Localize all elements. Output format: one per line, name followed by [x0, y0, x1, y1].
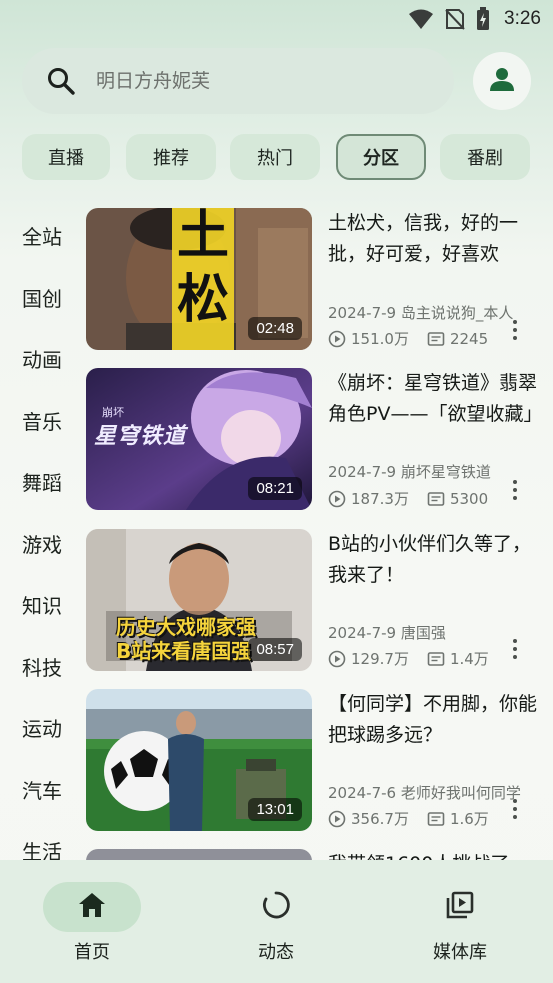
- search-bar[interactable]: [22, 48, 454, 114]
- wifi-icon: [408, 8, 434, 30]
- tab-hot[interactable]: 热门: [230, 134, 320, 180]
- tab-label: 推荐: [153, 148, 189, 169]
- danmaku-count: 1.4万: [449, 650, 489, 668]
- tab-label: 分区: [363, 148, 399, 169]
- zone-item-all[interactable]: 全站: [22, 221, 62, 250]
- video-author[interactable]: 崩坏星穹铁道: [401, 463, 491, 481]
- tab-anime[interactable]: 番剧: [440, 134, 530, 180]
- video-card[interactable]: 崩坏 星穹铁道 08:21 《崩坏：星穹铁道》翡翠角色PV——「欲望收藏」 20…: [86, 368, 546, 510]
- view-count: 129.7万: [351, 650, 409, 668]
- video-meta: 2024-7-9 唐国强: [328, 622, 446, 643]
- video-thumbnail[interactable]: 崩坏 星穹铁道 08:21: [86, 368, 312, 510]
- battery-charging-icon: [476, 7, 490, 31]
- zone-item-guochuang[interactable]: 国创: [22, 283, 62, 312]
- video-date: 2024-7-6: [328, 784, 397, 802]
- media-library-icon: [445, 890, 475, 924]
- play-count-icon: [328, 810, 346, 828]
- status-time: 3:26: [504, 8, 541, 29]
- video-card[interactable]: 13:01 【何同学】不用脚，你能把球踢多远？ 2024-7-6 老师好我叫何同…: [86, 689, 546, 831]
- nav-label: 首页: [74, 942, 110, 963]
- search-input[interactable]: [96, 70, 396, 92]
- nav-home[interactable]: 首页: [32, 882, 152, 964]
- refresh-circle-icon: [261, 890, 291, 924]
- video-date: 2024-7-9: [328, 463, 397, 481]
- video-title[interactable]: 【何同学】不用脚，你能把球踢多远？: [328, 689, 540, 751]
- thumbnail-caption-line2: B站来看唐国强: [116, 639, 252, 663]
- no-signal-icon: [444, 8, 466, 30]
- tab-label: 直播: [48, 148, 84, 169]
- video-card[interactable]: 历史大戏哪家强 B站来看唐国强 08:57 B站的小伙伴们久等了，我来了！ 20…: [86, 529, 546, 671]
- danmaku-icon: [427, 650, 445, 668]
- tab-recommend[interactable]: 推荐: [126, 134, 216, 180]
- tab-zones[interactable]: 分区: [336, 134, 426, 180]
- bottom-nav: 首页 动态 媒体库: [0, 860, 553, 983]
- more-options-icon[interactable]: [506, 318, 524, 342]
- video-stats: 356.7万 1.6万: [328, 808, 489, 829]
- video-stats: 129.7万 1.4万: [328, 648, 489, 669]
- danmaku-icon: [427, 810, 445, 828]
- more-options-icon[interactable]: [506, 478, 524, 502]
- view-count: 187.3万: [351, 490, 409, 508]
- zone-item-car[interactable]: 汽车: [22, 775, 62, 804]
- zone-item-animation[interactable]: 动画: [22, 344, 62, 373]
- video-date: 2024-7-9: [328, 304, 397, 322]
- video-author[interactable]: 岛主说说狗_本人: [401, 304, 514, 322]
- video-list: 土松 02:48 土松犬，信我，好的一批，好可爱，好喜欢 2024-7-9 岛主…: [86, 208, 546, 862]
- zone-item-dance[interactable]: 舞蹈: [22, 467, 62, 496]
- zone-item-game[interactable]: 游戏: [22, 529, 62, 558]
- more-options-icon[interactable]: [506, 797, 524, 821]
- play-count-icon: [328, 490, 346, 508]
- zone-item-tech[interactable]: 科技: [22, 652, 62, 681]
- video-duration: 02:48: [248, 317, 302, 340]
- video-title[interactable]: 《崩坏：星穹铁道》翡翠角色PV——「欲望收藏」: [328, 368, 542, 430]
- tab-label: 热门: [257, 148, 293, 169]
- search-icon: [46, 66, 76, 96]
- video-duration: 08:57: [248, 638, 302, 661]
- zone-item-sports[interactable]: 运动: [22, 713, 62, 742]
- video-meta: 2024-7-9 崩坏星穹铁道: [328, 461, 491, 482]
- video-thumbnail[interactable]: 土松 02:48: [86, 208, 312, 350]
- video-duration: 13:01: [248, 798, 302, 821]
- status-bar: 3:26: [0, 0, 553, 38]
- tab-live[interactable]: 直播: [22, 134, 110, 180]
- zone-item-music[interactable]: 音乐: [22, 406, 62, 435]
- more-options-icon[interactable]: [506, 637, 524, 661]
- video-thumbnail[interactable]: 历史大戏哪家强 B站来看唐国强 08:57: [86, 529, 312, 671]
- video-author[interactable]: 老师好我叫何同学: [401, 784, 521, 802]
- home-icon: [78, 892, 106, 922]
- tab-label: 番剧: [467, 148, 503, 169]
- play-count-icon: [328, 330, 346, 348]
- thumbnail-caption: 土松: [176, 208, 229, 330]
- video-author[interactable]: 唐国强: [401, 624, 446, 642]
- zone-item-knowledge[interactable]: 知识: [22, 590, 62, 619]
- video-date: 2024-7-9: [328, 624, 397, 642]
- game-logo: 星穹铁道: [94, 424, 187, 449]
- video-stats: 151.0万 2245: [328, 328, 488, 349]
- avatar-button[interactable]: [473, 52, 531, 110]
- video-card[interactable]: 土松 02:48 土松犬，信我，好的一批，好可爱，好喜欢 2024-7-9 岛主…: [86, 208, 546, 350]
- danmaku-icon: [427, 330, 445, 348]
- nav-dynamics[interactable]: 动态: [216, 882, 336, 964]
- danmaku-count: 5300: [449, 489, 489, 508]
- video-meta: 2024-7-6 老师好我叫何同学: [328, 782, 521, 803]
- video-meta: 2024-7-9 岛主说说狗_本人: [328, 302, 513, 323]
- person-icon: [489, 66, 515, 96]
- video-stats: 187.3万 5300: [328, 488, 488, 509]
- category-tabs: 直播 推荐 热门 分区 番剧: [22, 134, 542, 180]
- danmaku-count: 1.6万: [449, 810, 489, 828]
- nav-label: 动态: [258, 942, 294, 963]
- view-count: 356.7万: [351, 810, 409, 828]
- play-count-icon: [328, 650, 346, 668]
- danmaku-icon: [427, 490, 445, 508]
- view-count: 151.0万: [351, 330, 409, 348]
- nav-media-library[interactable]: 媒体库: [400, 882, 520, 964]
- video-duration: 08:21: [248, 477, 302, 500]
- video-title[interactable]: B站的小伙伴们久等了，我来了！: [328, 529, 540, 591]
- nav-label: 媒体库: [433, 942, 487, 963]
- video-title[interactable]: 土松犬，信我，好的一批，好可爱，好喜欢: [328, 208, 540, 270]
- video-thumbnail[interactable]: 13:01: [86, 689, 312, 831]
- danmaku-count: 2245: [449, 329, 489, 348]
